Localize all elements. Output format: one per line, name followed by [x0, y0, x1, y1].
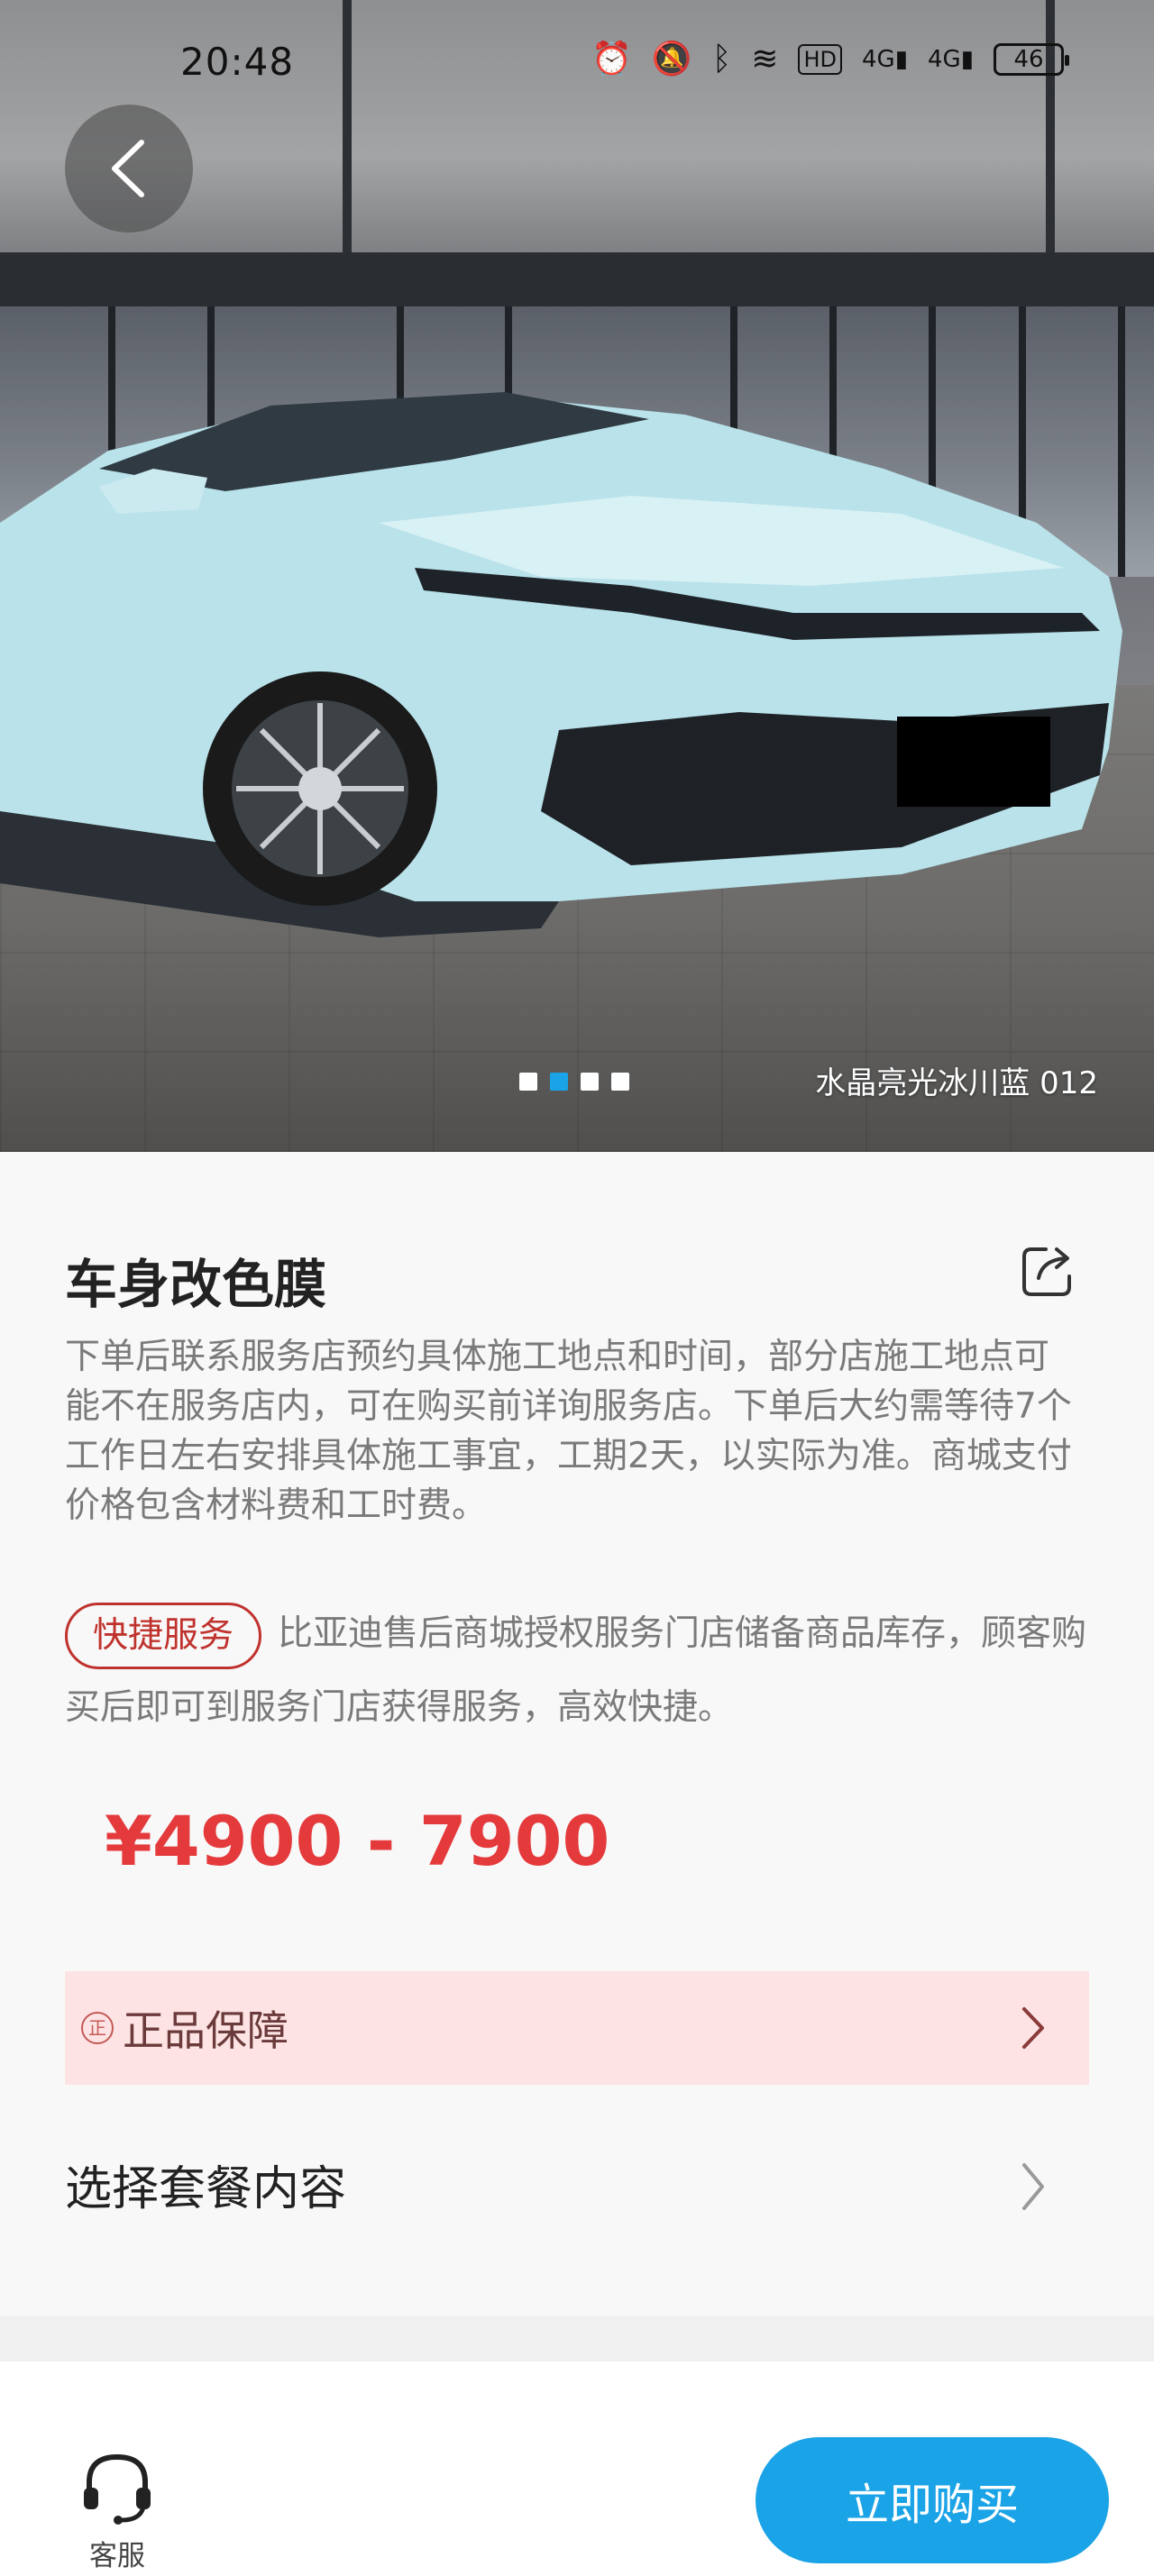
customer-service-label: 客服 [89, 2540, 145, 2572]
select-package-row[interactable]: 选择套餐内容 [65, 2134, 1089, 2233]
status-icons: ⏰ 🔕 ᛒ ≋ HD 4G▮ 4G▮ 46 [591, 41, 1069, 78]
mute-icon: 🔕 [651, 41, 692, 78]
product-info: 车身改色膜 下单后联系服务店预约具体施工地点和时间，部分店施工地点可能不在服务店… [0, 1152, 1154, 2316]
status-bar: 20:48 ⏰ 🔕 ᛒ ≋ HD 4G▮ 4G▮ 46 [0, 0, 1154, 126]
buy-now-button[interactable]: 立即购买 [756, 2437, 1109, 2563]
signal-4g-icon: 4G▮ [928, 46, 974, 73]
product-image-carousel[interactable]: 20:48 ⏰ 🔕 ᛒ ≋ HD 4G▮ 4G▮ 46 水晶亮光冰川蓝 012 [0, 0, 1154, 1152]
bluetooth-icon: ᛒ [711, 41, 732, 78]
carousel-dot[interactable] [581, 1073, 599, 1091]
section-divider [0, 2316, 1154, 2361]
headset-icon [84, 2453, 151, 2525]
status-time: 20:48 [180, 40, 295, 84]
genuine-icon: 正 [81, 2012, 114, 2044]
guarantee-label: 正品保障 [123, 2006, 288, 2055]
chevron-left-icon [112, 140, 144, 197]
alarm-icon: ⏰ [591, 41, 632, 78]
building-beam [0, 252, 1154, 306]
carousel-indicator [519, 1073, 629, 1091]
carousel-dot-active[interactable] [550, 1073, 568, 1091]
select-package-label: 选择套餐内容 [65, 2161, 347, 2216]
car-image [0, 392, 1122, 937]
product-title: 车身改色膜 [65, 1254, 327, 1315]
carousel-dot[interactable] [611, 1073, 629, 1091]
color-caption: 水晶亮光冰川蓝 012 [815, 1065, 1098, 1101]
customer-service-button[interactable]: 客服 [74, 2448, 160, 2573]
quick-service-badge: 快捷服务 [65, 1602, 262, 1669]
carousel-dot[interactable] [519, 1073, 537, 1091]
back-button[interactable] [65, 105, 193, 233]
battery-icon: 46 [994, 43, 1069, 76]
quick-service-row: 快捷服务 比亚迪售后商城授权服务门店储备商品库存，顾客购买后即可到服务门店获得服务… [65, 1597, 1093, 1745]
product-description: 下单后联系服务店预约具体施工地点和时间，部分店施工地点可能不在服务店内，可在购买… [65, 1337, 1072, 1526]
chevron-right-icon [1022, 2007, 1044, 2049]
share-icon[interactable] [1019, 1242, 1076, 1300]
wifi-icon: ≋ [751, 41, 779, 78]
bottom-action-bar: 客服 立即购买 [0, 2361, 1154, 2576]
guarantee-row[interactable]: 正 正品保障 [65, 1971, 1089, 2085]
price-range: ¥4900 - 7900 [105, 1801, 610, 1881]
hd-icon: HD [798, 44, 842, 75]
signal-4g-icon: 4G▮ [862, 46, 908, 73]
chevron-right-icon [1022, 2163, 1044, 2210]
